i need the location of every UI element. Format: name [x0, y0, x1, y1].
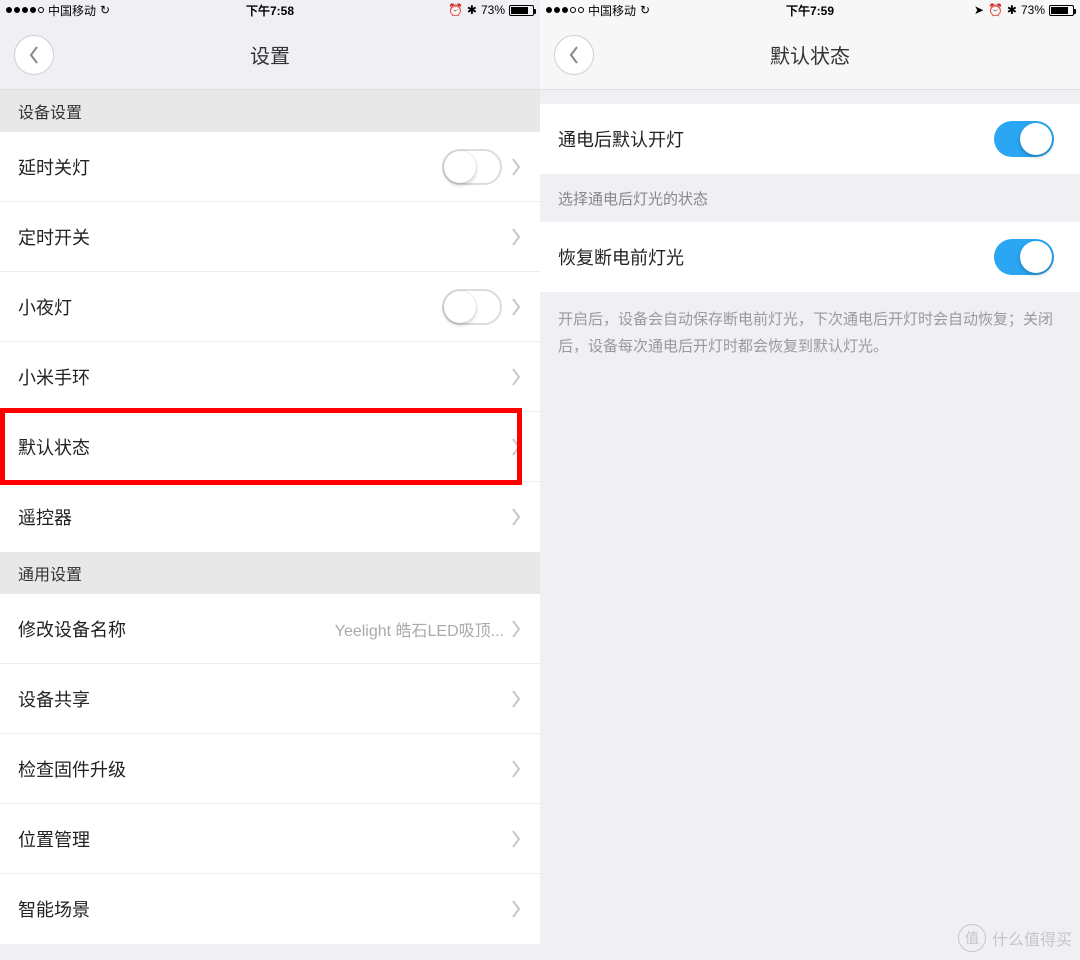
chevron-right-icon — [510, 507, 522, 527]
battery-percent: 73% — [481, 3, 505, 17]
watermark-text: 什么值得买 — [992, 926, 1072, 950]
status-time: 下午7:58 — [246, 2, 294, 19]
chevron-right-icon — [510, 157, 522, 177]
carrier-label: 中国移动 — [588, 2, 636, 19]
signal-strength-icon — [546, 7, 584, 13]
section-header-light-state: 选择通电后灯光的状态 — [540, 174, 1080, 222]
status-time: 下午7:59 — [786, 2, 834, 19]
general-settings-list: 修改设备名称 Yeelight 皓石LED吸顶... 设备共享 检查固件升级 位… — [0, 594, 540, 944]
row-label: 默认状态 — [18, 434, 510, 460]
row-rename-device[interactable]: 修改设备名称 Yeelight 皓石LED吸顶... — [0, 594, 540, 664]
light-state-list: 恢复断电前灯光 — [540, 222, 1080, 292]
carrier-label: 中国移动 — [48, 2, 96, 19]
watermark-badge: 值 — [958, 924, 986, 952]
power-on-list: 通电后默认开灯 — [540, 104, 1080, 174]
status-bar: 中国移动 ↻ 下午7:59 ➤ ⏰ ✱ 73% — [540, 0, 1080, 20]
device-settings-list: 延时关灯 定时开关 小夜灯 小米手环 默认状态 — [0, 132, 540, 552]
row-location-management[interactable]: 位置管理 — [0, 804, 540, 874]
row-label: 延时关灯 — [18, 154, 442, 180]
nav-bar: 设置 — [0, 20, 540, 90]
chevron-right-icon — [510, 367, 522, 387]
restore-light-toggle[interactable] — [994, 239, 1054, 275]
chevron-right-icon — [510, 227, 522, 247]
back-button[interactable] — [554, 35, 594, 75]
row-label: 智能场景 — [18, 896, 510, 922]
row-label: 定时开关 — [18, 224, 510, 250]
chevron-right-icon — [510, 829, 522, 849]
row-label: 位置管理 — [18, 826, 510, 852]
section-header-device: 设备设置 — [0, 90, 540, 132]
row-smart-scene[interactable]: 智能场景 — [0, 874, 540, 944]
chevron-right-icon — [510, 297, 522, 317]
row-label: 小米手环 — [18, 364, 510, 390]
row-label: 修改设备名称 — [18, 616, 335, 642]
row-device-share[interactable]: 设备共享 — [0, 664, 540, 734]
row-firmware-update[interactable]: 检查固件升级 — [0, 734, 540, 804]
chevron-left-icon — [567, 44, 581, 66]
row-power-on-default[interactable]: 通电后默认开灯 — [540, 104, 1080, 174]
signal-strength-icon — [6, 7, 44, 13]
footer-note: 开启后，设备会自动保存断电前灯光，下次通电后开灯时会自动恢复；关闭后，设备每次通… — [540, 292, 1080, 374]
nav-bar: 默认状态 — [540, 20, 1080, 90]
watermark: 值 什么值得买 — [958, 924, 1072, 952]
chevron-right-icon — [510, 437, 522, 457]
night-light-toggle[interactable] — [442, 289, 502, 325]
page-title: 默认状态 — [770, 40, 850, 69]
row-label: 恢复断电前灯光 — [558, 244, 994, 270]
default-state-screen: 中国移动 ↻ 下午7:59 ➤ ⏰ ✱ 73% 默认状态 通电后默认开灯 — [540, 0, 1080, 960]
status-bar: 中国移动 ↻ 下午7:58 ⏰ ✱ 73% — [0, 0, 540, 20]
sync-icon: ↻ — [100, 3, 110, 17]
row-night-light[interactable]: 小夜灯 — [0, 272, 540, 342]
sync-icon: ↻ — [640, 3, 650, 17]
alarm-icon: ⏰ — [988, 3, 1003, 17]
power-on-toggle[interactable] — [994, 121, 1054, 157]
row-mi-band[interactable]: 小米手环 — [0, 342, 540, 412]
page-title: 设置 — [250, 40, 290, 69]
row-default-state[interactable]: 默认状态 — [0, 412, 540, 482]
row-restore-light[interactable]: 恢复断电前灯光 — [540, 222, 1080, 292]
battery-icon — [509, 5, 534, 16]
delay-off-toggle[interactable] — [442, 149, 502, 185]
row-label: 检查固件升级 — [18, 756, 510, 782]
chevron-right-icon — [510, 899, 522, 919]
section-header-general: 通用设置 — [0, 552, 540, 594]
location-icon: ➤ — [974, 3, 984, 17]
row-delay-off[interactable]: 延时关灯 — [0, 132, 540, 202]
row-label: 通电后默认开灯 — [558, 126, 994, 152]
spacer — [540, 90, 1080, 104]
alarm-icon: ⏰ — [448, 3, 463, 17]
chevron-left-icon — [27, 44, 41, 66]
row-label: 小夜灯 — [18, 294, 442, 320]
battery-percent: 73% — [1021, 3, 1045, 17]
row-label: 设备共享 — [18, 686, 510, 712]
row-label: 遥控器 — [18, 504, 510, 530]
row-value: Yeelight 皓石LED吸顶... — [335, 617, 504, 641]
bluetooth-icon: ✱ — [467, 3, 477, 17]
back-button[interactable] — [14, 35, 54, 75]
empty-area — [540, 374, 1080, 960]
chevron-right-icon — [510, 689, 522, 709]
bluetooth-icon: ✱ — [1007, 3, 1017, 17]
chevron-right-icon — [510, 619, 522, 639]
chevron-right-icon — [510, 759, 522, 779]
settings-screen: 中国移动 ↻ 下午7:58 ⏰ ✱ 73% 设置 设备设置 延时关灯 — [0, 0, 540, 960]
row-timer-switch[interactable]: 定时开关 — [0, 202, 540, 272]
row-remote-control[interactable]: 遥控器 — [0, 482, 540, 552]
battery-icon — [1049, 5, 1074, 16]
